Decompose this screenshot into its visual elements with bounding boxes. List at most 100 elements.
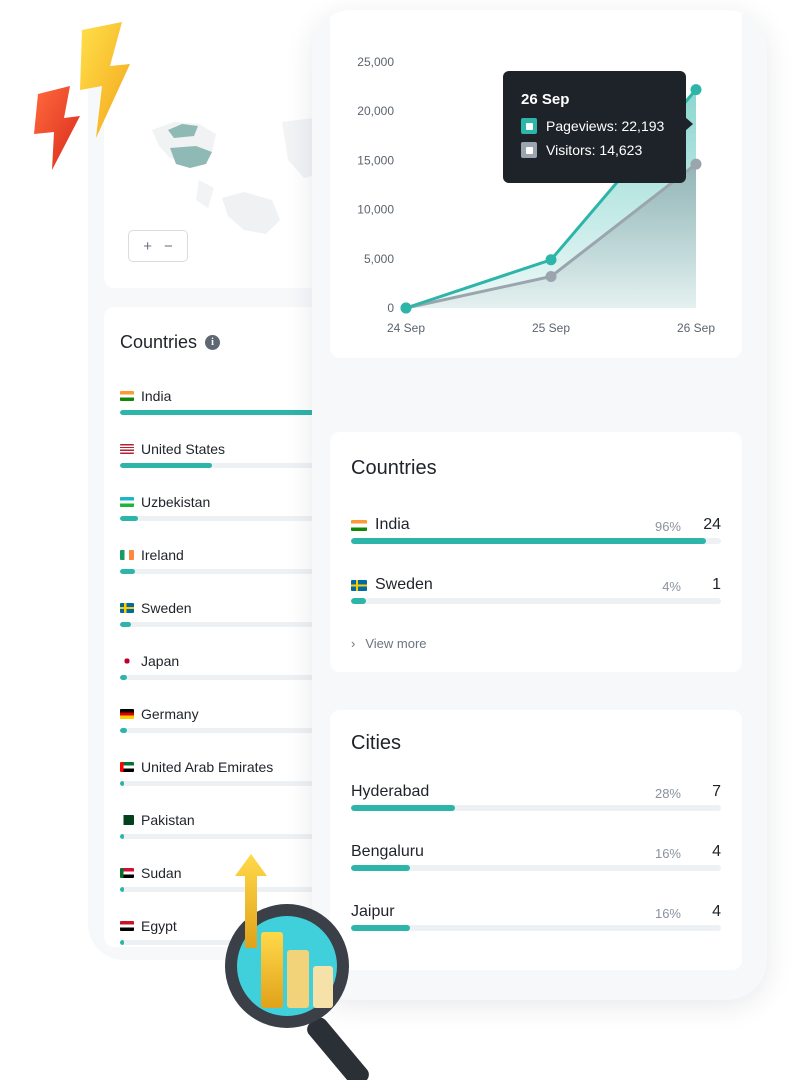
cities-title: Cities — [351, 732, 402, 754]
countries-percent: 4% — [662, 579, 681, 594]
traffic-chart-panel: 0 5,000 10,000 15,000 20,000 25,000 24 Sep 25 S… — [330, 10, 742, 358]
view-more-link[interactable]: › View more — [351, 636, 427, 651]
y-tick-label: 15,000 — [357, 153, 394, 167]
left-country-bar-fill — [120, 410, 340, 415]
countries-count: 1 — [712, 576, 721, 593]
countries-name: India — [375, 516, 410, 533]
countries-bar-fill — [351, 538, 707, 544]
left-country-name: Sudan — [141, 865, 182, 881]
cities-bar-fill — [351, 805, 455, 811]
left-countries-title: Countries i — [120, 332, 221, 353]
x-tick-label: 26 Sep — [677, 321, 715, 335]
pageviews-point[interactable] — [400, 302, 412, 314]
india-flag-icon — [351, 519, 367, 531]
visitors-swatch-icon — [521, 142, 537, 158]
left-country-name-group: Egypt — [120, 918, 177, 934]
chevron-right-icon: › — [351, 636, 356, 651]
left-country-bar-fill — [120, 728, 127, 733]
zoom-in-button[interactable]: + — [143, 238, 152, 255]
countries-bar-track — [351, 538, 721, 544]
sudan-flag-icon — [120, 868, 134, 878]
countries-count: 24 — [703, 516, 721, 533]
tooltip-date: 26 Sep — [521, 91, 570, 108]
left-country-bar-track — [120, 781, 340, 786]
left-country-bar-fill — [120, 834, 125, 839]
left-country-row[interactable]: Germany — [120, 706, 340, 746]
left-country-bar-track — [120, 463, 340, 468]
left-country-name: Sweden — [141, 600, 192, 616]
left-country-bar-track — [120, 728, 340, 733]
left-country-name-group: United States — [120, 441, 225, 457]
left-country-name-group: Sudan — [120, 865, 181, 881]
left-country-row[interactable]: Sweden — [120, 600, 340, 640]
info-icon[interactable]: i — [205, 335, 221, 350]
left-country-row[interactable]: India — [120, 388, 340, 428]
left-country-bar-track — [120, 834, 340, 839]
left-country-bar-fill — [120, 569, 136, 574]
cities-percent: 28% — [654, 786, 681, 801]
countries-row[interactable]: India 96% 24 — [351, 516, 721, 556]
countries-bar-fill — [351, 598, 366, 604]
left-country-name: Uzbekistan — [141, 494, 211, 510]
view-more-label: View more — [365, 636, 427, 651]
tooltip-pageviews-row: Pageviews: 22,193 — [521, 118, 686, 134]
left-country-name-group: Japan — [120, 653, 179, 669]
visitors-point[interactable] — [545, 271, 557, 283]
countries-name: Sweden — [375, 576, 433, 593]
x-tick-label: 25 Sep — [532, 321, 570, 335]
left-country-bar-fill — [120, 940, 125, 945]
india-flag-icon — [120, 391, 134, 401]
y-tick-label: 25,000 — [357, 55, 394, 69]
left-country-bar-fill — [120, 781, 125, 786]
sweden-flag-icon — [351, 579, 367, 591]
left-country-bar-fill — [120, 887, 125, 892]
countries-row[interactable]: Sweden 4% 1 — [351, 576, 721, 616]
tooltip-pointer — [685, 117, 693, 131]
left-country-bar-track — [120, 516, 340, 521]
left-country-name-group: Pakistan — [120, 812, 195, 828]
left-country-row[interactable]: Pakistan — [120, 812, 340, 852]
y-tick-label: 5,000 — [364, 252, 394, 266]
tooltip-visitors-row: Visitors: 14,623 — [521, 142, 686, 158]
left-country-bar-fill — [120, 622, 131, 627]
left-country-row[interactable]: Japan — [120, 653, 340, 693]
left-country-bar-track — [120, 410, 340, 415]
countries-name-group: Sweden — [351, 576, 433, 594]
tooltip-pageviews: Pageviews: 22,193 — [546, 118, 665, 134]
y-tick-label: 10,000 — [357, 203, 394, 217]
left-country-name: Germany — [141, 706, 199, 722]
germany-flag-icon — [120, 709, 134, 719]
cities-count: 7 — [712, 783, 721, 800]
cities-name: Hyderabad — [351, 783, 430, 800]
countries-title: Countries — [351, 457, 437, 479]
map-zoom-control[interactable]: + − — [128, 230, 188, 262]
left-country-name-group: Uzbekistan — [120, 494, 210, 510]
pageviews-point[interactable] — [545, 254, 557, 266]
left-country-name: Ireland — [141, 547, 184, 563]
left-country-row[interactable]: United Arab Emirates — [120, 759, 340, 799]
y-tick-label: 20,000 — [357, 104, 394, 118]
left-country-row[interactable]: Uzbekistan — [120, 494, 340, 534]
pageviews-point[interactable] — [690, 84, 702, 96]
zoom-out-button[interactable]: − — [164, 238, 173, 255]
cities-name-group: Hyderabad — [351, 783, 429, 801]
left-country-name: India — [141, 388, 172, 404]
left-country-row[interactable]: Ireland — [120, 547, 340, 587]
cities-row[interactable]: Hyderabad 28% 7 — [351, 783, 721, 823]
pakistan-flag-icon — [120, 815, 134, 825]
visitors-point[interactable] — [690, 158, 702, 170]
left-country-bar-track — [120, 675, 340, 680]
y-tick-label: 0 — [387, 301, 394, 315]
left-country-bar-fill — [120, 463, 213, 468]
uzbekistan-flag-icon — [120, 497, 134, 507]
left-country-row[interactable]: United States — [120, 441, 340, 481]
left-country-name-group: Ireland — [120, 547, 184, 563]
left-country-name-group: United Arab Emirates — [120, 759, 273, 775]
left-country-name-group: India — [120, 388, 171, 404]
left-countries-title-text: Countries — [120, 332, 198, 352]
cities-count: 4 — [712, 903, 721, 920]
left-country-bar-fill — [120, 516, 138, 521]
lightning-bolts-icon — [34, 22, 130, 170]
left-country-bar-track — [120, 622, 340, 627]
cities-percent: 16% — [654, 846, 681, 861]
